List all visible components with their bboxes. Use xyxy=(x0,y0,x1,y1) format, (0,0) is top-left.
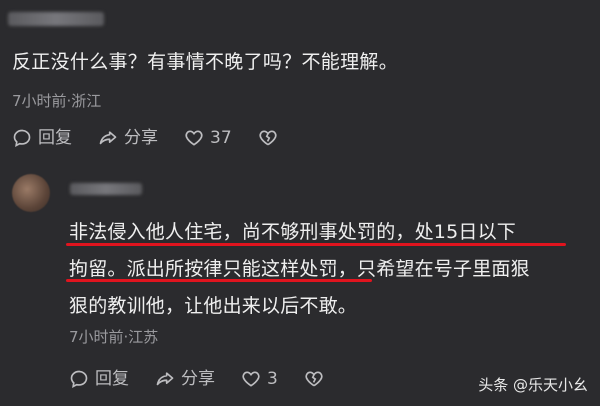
comment-actions: 回复 分享 3 xyxy=(69,369,356,389)
heart-icon xyxy=(242,371,260,387)
broken-heart-icon xyxy=(259,130,277,146)
comment-line: 狠的教训他，让他出来以后不敢。 xyxy=(69,295,358,317)
watermark: 头条 @乐天小幺 xyxy=(478,376,588,394)
username-blurred xyxy=(70,183,142,195)
highlight-underline xyxy=(66,279,372,282)
like-count: 37 xyxy=(210,128,232,148)
share-icon xyxy=(156,372,174,386)
reply-button[interactable]: 回复 xyxy=(69,369,129,389)
comment-bubble-icon xyxy=(70,370,88,388)
avatar-blurred[interactable] xyxy=(12,174,50,212)
comment-line: 拘留。派出所按律只能这样处罚，只希望在号子里面狠 xyxy=(69,258,530,280)
reply-button[interactable]: 回复 xyxy=(12,128,72,148)
share-button[interactable]: 分享 xyxy=(155,369,215,389)
like-count: 3 xyxy=(267,369,278,389)
comment-meta: 7小时前·浙江 xyxy=(12,92,102,110)
share-button[interactable]: 分享 xyxy=(98,128,158,148)
comment-text: 反正没什么事？有事情不晚了吗？不能理解。 xyxy=(12,51,399,73)
dislike-button[interactable] xyxy=(304,369,330,389)
highlight-underline xyxy=(66,243,566,246)
comment-bubble-icon xyxy=(13,129,31,147)
reply-label: 回复 xyxy=(95,369,129,389)
comment-meta: 7小时前·江苏 xyxy=(69,328,159,346)
broken-heart-icon xyxy=(305,371,323,387)
comment-actions: 回复 分享 37 xyxy=(12,128,310,148)
share-icon xyxy=(99,131,117,145)
username-blurred xyxy=(8,12,104,26)
share-label: 分享 xyxy=(124,128,158,148)
dislike-button[interactable] xyxy=(258,128,284,148)
reply-label: 回复 xyxy=(38,128,72,148)
like-button[interactable]: 37 xyxy=(184,128,232,148)
share-label: 分享 xyxy=(181,369,215,389)
like-button[interactable]: 3 xyxy=(241,369,278,389)
heart-icon xyxy=(185,130,203,146)
comment-text: 非法侵入他人住宅，尚不够刑事处罚的，处15日以下 拘留。派出所按律只能这样处罚，… xyxy=(69,214,579,325)
